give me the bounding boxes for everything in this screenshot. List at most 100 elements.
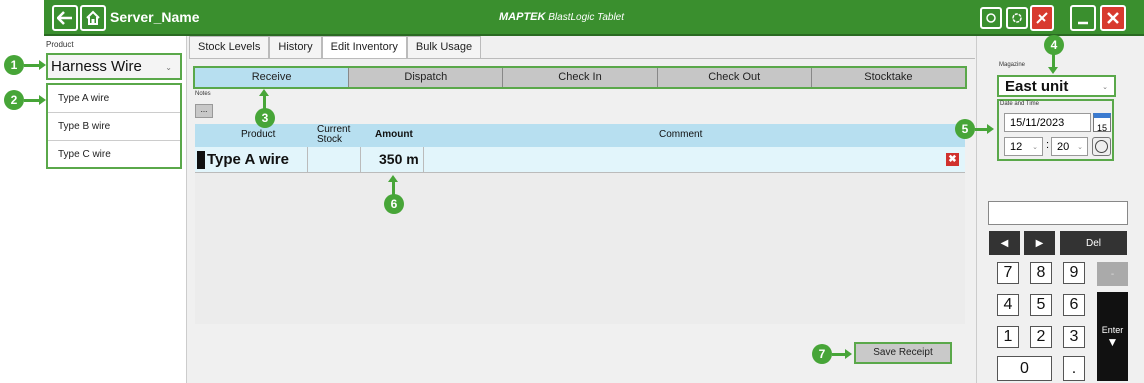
column-divider [423,147,424,173]
column-divider [307,147,308,173]
tab-stock-levels[interactable]: Stock Levels [189,36,270,58]
callout-3: 3 [255,108,275,128]
product-select[interactable]: Harness Wire ⌄ [46,53,182,80]
header-current-stock: Current Stock [317,124,351,145]
callout-2: 2 [4,90,24,110]
key-decimal[interactable]: . [1063,356,1085,381]
callout-4: 4 [1044,35,1064,55]
check-in-button[interactable]: Check In [503,68,658,87]
key-5[interactable]: 5 [1030,294,1052,316]
close-icon[interactable] [1100,5,1126,31]
delete-row-icon[interactable]: ✖ [946,153,959,166]
chevron-down-icon: ⌄ [1077,144,1083,151]
minute-value: 20 [1057,141,1070,153]
stocktake-button[interactable]: Stocktake [812,68,965,87]
callout-7: 7 [812,344,832,364]
key-7[interactable]: 7 [997,262,1019,284]
date-field[interactable]: 15/11/2023 [1004,113,1091,132]
callout-arrow [845,349,852,359]
tab-history[interactable]: History [269,36,322,58]
key-0[interactable]: 0 [997,356,1052,381]
callout-line [1052,54,1055,68]
callout-5: 5 [955,119,975,139]
check-out-button[interactable]: Check Out [658,68,812,87]
list-item[interactable]: Type B wire [48,113,180,141]
callout-line [263,95,266,109]
callout-line [392,181,395,195]
hour-select[interactable]: 12 ⌄ [1004,137,1043,156]
callout-arrow [39,60,46,70]
logo-product: BlastLogic Tablet [548,12,625,23]
amount-unit: m [406,151,419,167]
home-icon[interactable] [80,5,106,31]
list-item[interactable]: Type C wire [48,141,180,169]
amount-value: 350 [379,151,403,167]
product-select-value: Harness Wire [51,58,142,75]
callout-line [832,353,846,356]
dispatch-button[interactable]: Dispatch [349,68,504,87]
minute-select[interactable]: 20 ⌄ [1051,137,1088,156]
row-selection-marker [197,151,205,169]
callout-1: 1 [4,55,24,75]
enter-key[interactable]: Enter ▼ [1097,292,1128,381]
key-4[interactable]: 4 [997,294,1019,316]
disconnect-icon[interactable] [1030,5,1054,31]
receive-button[interactable]: Receive [195,68,350,87]
hour-value: 12 [1010,141,1023,153]
list-item[interactable]: Type A wire [48,85,180,113]
calendar-icon[interactable]: 15 [1093,113,1111,133]
chevron-down-icon: ⌄ [1102,84,1108,91]
callout-arrow [388,175,398,182]
row-product: Type A wire [207,151,289,168]
sync-icon[interactable] [1006,7,1028,29]
tab-bulk-usage[interactable]: Bulk Usage [406,36,482,58]
callout-arrow [39,95,46,105]
header-product: Product [241,129,276,140]
save-receipt-button[interactable]: Save Receipt [854,342,952,364]
arrow-left-icon[interactable]: ◀ [989,231,1020,255]
arrow-left-icon[interactable] [52,5,78,31]
notes-label: Notes [195,91,211,97]
product-label: Product [46,40,74,49]
header-amount: Amount [375,129,413,140]
app-logo: MAPTEK BlastLogic Tablet [499,11,624,23]
callout-line [24,64,40,67]
notes-button[interactable]: ... [195,104,213,118]
table-row[interactable]: Type A wire 350 m ✖ [195,147,965,173]
keypad-display[interactable] [988,201,1128,225]
callout-6: 6 [384,194,404,214]
key-6[interactable]: 6 [1063,294,1085,316]
arrow-right-icon[interactable]: ▶ [1024,231,1055,255]
callout-line [24,99,40,102]
key-minus[interactable]: - [1097,262,1128,286]
arrow-down-icon: ▼ [1106,334,1119,349]
server-name: Server_Name [110,9,200,25]
logo-brand: MAPTEK [499,11,546,23]
magazine-select-value: East unit [1005,78,1069,95]
refresh-icon[interactable] [980,7,1002,29]
del-key[interactable]: Del [1060,231,1127,255]
key-9[interactable]: 9 [1063,262,1085,284]
row-amount[interactable]: 350 m [379,151,419,167]
key-3[interactable]: 3 [1063,326,1085,348]
column-divider [360,147,361,173]
magazine-select[interactable]: East unit ⌄ [997,75,1116,97]
callout-arrow [259,89,269,96]
wire-type-list: Type A wire Type B wire Type C wire [46,83,182,169]
key-1[interactable]: 1 [997,326,1019,348]
key-2[interactable]: 2 [1030,326,1052,348]
clock-icon[interactable] [1092,137,1111,156]
time-separator: : [1046,139,1050,151]
title-bar: Server_Name MAPTEK BlastLogic Tablet [44,0,1144,36]
inventory-table: Product Current Stock Amount Comment Typ… [195,124,965,324]
tab-bar: Stock Levels History Edit Inventory Bulk… [189,36,482,59]
table-header: Product Current Stock Amount Comment [195,124,965,147]
action-bar: Receive Dispatch Check In Check Out Stoc… [193,66,967,89]
magazine-label: Magazine [999,62,1026,68]
tab-edit-inventory[interactable]: Edit Inventory [321,36,407,59]
key-8[interactable]: 8 [1030,262,1052,284]
date-time-label: Date and Time [1000,101,1040,107]
minimize-icon[interactable] [1070,5,1096,31]
chevron-down-icon: ⌄ [165,63,172,72]
header-comment: Comment [659,129,703,140]
